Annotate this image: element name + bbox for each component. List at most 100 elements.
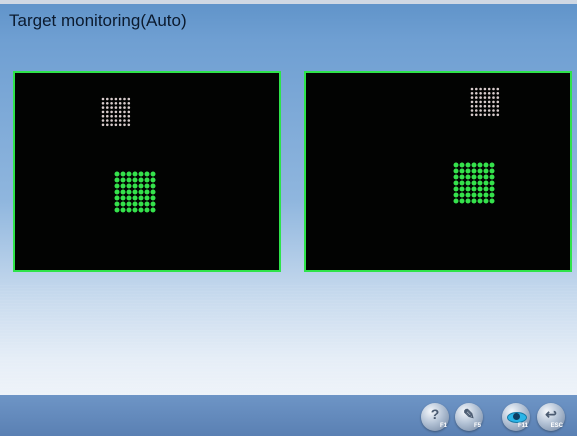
reference-dot	[492, 113, 495, 117]
target-dot	[144, 183, 150, 189]
target-dot	[114, 207, 120, 213]
reference-dot	[114, 110, 118, 114]
reference-dot	[118, 114, 122, 118]
target-dot	[132, 177, 138, 183]
reference-dot	[118, 102, 122, 105]
target-dot	[114, 201, 120, 207]
target-dot	[477, 174, 483, 180]
reference-dot	[114, 114, 118, 118]
reference-dot	[470, 92, 474, 95]
target-dot	[126, 177, 132, 183]
reference-dot	[479, 109, 482, 112]
reference-dot	[475, 96, 478, 99]
reference-dot	[127, 97, 131, 101]
target-dot	[471, 192, 477, 198]
help-button[interactable]: ? F1	[421, 403, 449, 431]
target-dot	[138, 207, 144, 213]
target-dot	[489, 198, 495, 204]
target-dot	[120, 201, 126, 207]
reference-dot	[475, 113, 478, 117]
return-button[interactable]: ↩ ESC	[537, 403, 565, 431]
reference-dot	[106, 123, 109, 127]
reference-dot	[487, 87, 491, 91]
target-dot	[144, 171, 150, 177]
target-dot	[144, 201, 150, 207]
target-dot	[120, 195, 126, 201]
reference-dot	[470, 109, 474, 112]
view-button[interactable]: F11	[502, 403, 530, 431]
reference-dot	[496, 87, 500, 91]
target-dot	[126, 183, 132, 189]
target-dot	[150, 207, 156, 213]
target-dot	[138, 171, 144, 177]
reference-dot	[106, 119, 109, 122]
target-dot	[150, 201, 156, 207]
reference-dot	[492, 100, 495, 104]
target-dot	[465, 186, 471, 192]
target-dot	[453, 192, 459, 198]
reference-dot	[470, 87, 474, 91]
target-dot	[483, 162, 489, 168]
view-key-label: F11	[517, 423, 528, 429]
target-dot	[465, 174, 471, 180]
target-dot	[126, 201, 132, 207]
target-dot	[453, 168, 459, 174]
reference-dot	[479, 113, 482, 117]
target-dot	[138, 195, 144, 201]
target-dot	[126, 171, 132, 177]
camera-image-right	[453, 87, 500, 204]
target-dot	[114, 195, 120, 201]
target-dot	[471, 162, 477, 168]
reference-dot	[123, 119, 126, 122]
reference-dot	[101, 102, 105, 105]
target-dot	[459, 174, 465, 180]
reference-dot	[127, 114, 131, 118]
target-dot	[138, 177, 144, 183]
reference-dot	[101, 114, 105, 118]
reference-dot	[123, 106, 126, 109]
target-dot	[144, 189, 150, 195]
target-dot	[132, 189, 138, 195]
eye-pupil	[513, 413, 520, 420]
reference-dot	[479, 104, 482, 108]
edit-button[interactable]: ✎ F5	[455, 403, 483, 431]
target-dot	[150, 183, 156, 189]
detected-target-right	[453, 162, 495, 204]
reference-dot	[101, 123, 105, 127]
target-dot	[465, 198, 471, 204]
target-dot	[489, 186, 495, 192]
target-dot	[150, 177, 156, 183]
reference-dot	[101, 106, 105, 109]
reference-dot	[127, 102, 131, 105]
target-dot	[150, 195, 156, 201]
target-dot	[150, 171, 156, 177]
target-dot	[459, 192, 465, 198]
reference-dot	[492, 92, 495, 95]
reference-dot	[483, 104, 487, 108]
target-dot	[459, 168, 465, 174]
target-dot	[120, 189, 126, 195]
reference-dot	[106, 106, 109, 109]
reference-dot	[114, 123, 118, 127]
background-stripes	[0, 285, 577, 395]
reference-dot	[123, 123, 126, 127]
edit-key-label: F5	[473, 423, 481, 429]
target-dot	[477, 168, 483, 174]
reference-dot	[118, 106, 122, 109]
reference-dot	[483, 113, 487, 117]
reference-dot	[470, 104, 474, 108]
reference-dot	[487, 109, 491, 112]
target-dot	[459, 180, 465, 186]
target-dot	[114, 189, 120, 195]
reference-dot	[101, 97, 105, 101]
reference-dot	[114, 119, 118, 122]
target-dot	[144, 195, 150, 201]
camera-image-left	[101, 97, 156, 213]
reference-dot	[118, 110, 122, 114]
target-dot	[477, 162, 483, 168]
target-dot	[489, 162, 495, 168]
reference-dot	[479, 92, 482, 95]
target-dot	[489, 168, 495, 174]
reference-dot	[492, 87, 495, 91]
reference-dot	[127, 106, 131, 109]
